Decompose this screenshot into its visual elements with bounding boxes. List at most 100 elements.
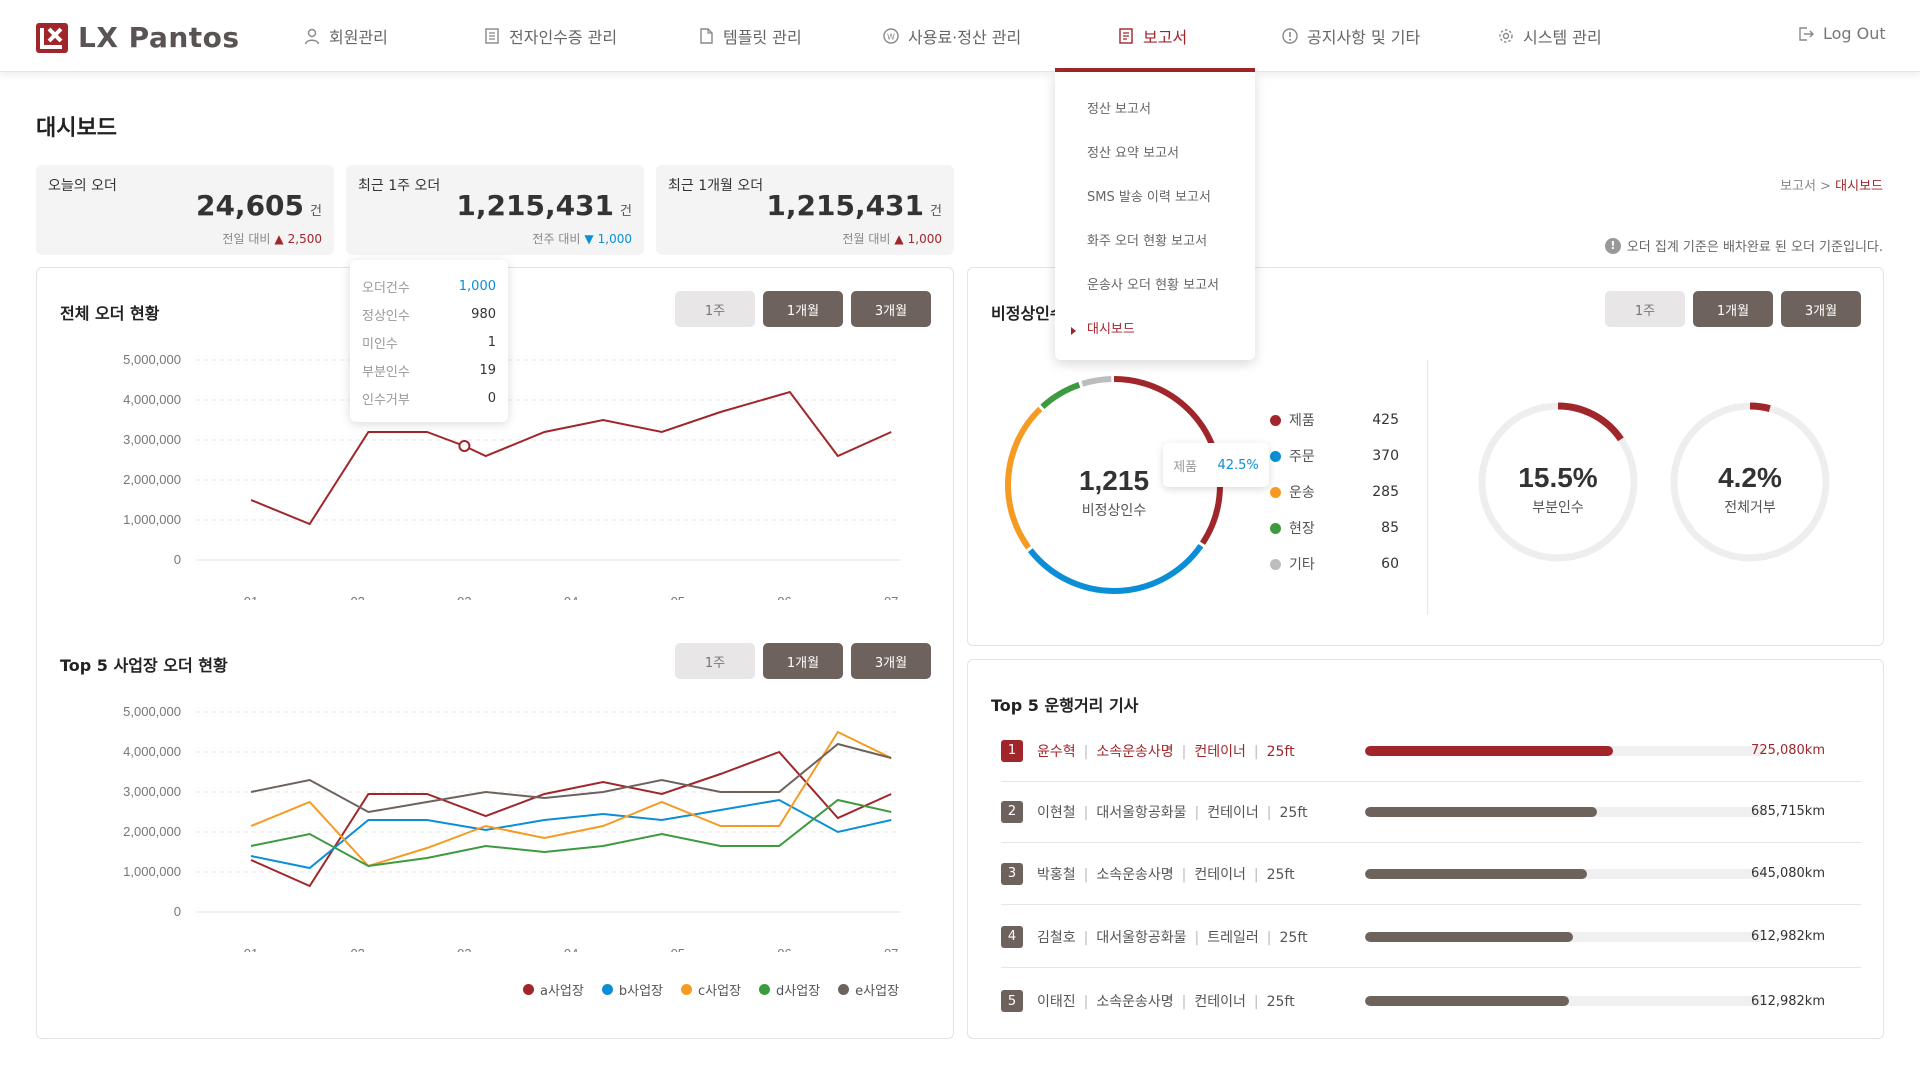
legend-label: c사업장	[698, 984, 742, 999]
legend-item[interactable]: e사업장	[838, 980, 899, 999]
separator: |	[1253, 743, 1259, 760]
legend-item[interactable]: d사업장	[759, 980, 820, 999]
menu-item-dashboard[interactable]: 대시보드	[1055, 308, 1255, 352]
period-3month-button[interactable]: 3개월	[1781, 291, 1861, 327]
logout-icon	[1799, 26, 1814, 41]
driver-distance: 645,080km	[1751, 866, 1825, 881]
stat-card-month: 최근 1개월 오더 1,215,431 건 전월 대비 ▲ 1,000	[656, 165, 954, 255]
driver-rank: 2	[1001, 800, 1023, 823]
driver-vehicle: 컨테이너	[1194, 743, 1246, 760]
abnormal-period-buttons: 1주 1개월 3개월	[1605, 291, 1861, 327]
legend-dot-icon	[601, 984, 613, 995]
legend-item[interactable]: b사업장	[601, 980, 663, 999]
stat-compare-label: 전주 대비	[532, 232, 581, 246]
nav-notices[interactable]: 공지사항 및 기타	[1281, 24, 1420, 48]
driver-rank: 1	[1001, 739, 1023, 762]
menu-item-carrier-orders[interactable]: 운송사 오더 현황 보고서	[1055, 264, 1255, 308]
menu-item-settlement-report[interactable]: 정산 보고서	[1055, 88, 1255, 132]
driver-info: 김철호 | 대서울항공화물 | 트레일러 | 25ft	[1037, 927, 1367, 947]
stat-delta: 2,500	[287, 231, 322, 246]
overall-period-buttons: 1주 1개월 3개월	[675, 291, 931, 327]
driver-row[interactable]: 4 김철호 | 대서울항공화물 | 트레일러 | 25ft 612,982km	[1001, 906, 1861, 968]
reports-dropdown-menu: 정산 보고서 정산 요약 보고서 SMS 발송 이력 보고서 화주 오더 현황 …	[1055, 72, 1255, 360]
legend-item[interactable]: a사업장	[523, 980, 584, 999]
info-icon: !	[1604, 237, 1621, 254]
period-1month-button[interactable]: 1개월	[763, 291, 843, 327]
separator: |	[1083, 929, 1089, 946]
legend-item[interactable]: c사업장	[681, 980, 741, 999]
driver-name: 이태진	[1037, 994, 1076, 1010]
driver-row[interactable]: 2 이현철 | 대서울항공화물 | 컨테이너 | 25ft 685,715km	[1001, 781, 1861, 843]
separator: |	[1083, 866, 1089, 883]
menu-item-settlement-summary[interactable]: 정산 요약 보고서	[1055, 132, 1255, 176]
driver-row[interactable]: 3 박홍철 | 소속운송사명 | 컨테이너 | 25ft 645,080km	[1001, 843, 1861, 905]
overall-orders-line	[250, 390, 892, 526]
tooltip-value: 1,000	[458, 278, 496, 294]
driver-size: 25ft	[1266, 866, 1295, 883]
document-list-icon	[485, 28, 499, 44]
distance-bar	[1365, 745, 1765, 756]
legend-value: 370	[1372, 448, 1399, 464]
nav-fees[interactable]: W 사용료·정산 관리	[882, 24, 1021, 48]
tooltip-label: 부분인수	[362, 364, 410, 380]
driver-distance: 725,080km	[1751, 743, 1825, 758]
driver-row[interactable]: 5 이태진 | 소속운송사명 | 컨테이너 | 25ft 612,982km	[1001, 970, 1861, 1032]
nav-templates[interactable]: 템플릿 관리	[697, 24, 802, 48]
driver-name: 박홍철	[1037, 866, 1076, 883]
nav-e-receipt[interactable]: 전자인수증 관리	[483, 24, 617, 48]
period-1month-button[interactable]: 1개월	[763, 643, 843, 679]
breadcrumb-parent[interactable]: 보고서	[1780, 179, 1816, 194]
highlighted-point	[458, 440, 471, 452]
donut-legend-item: 현장 85	[1270, 510, 1399, 546]
period-3month-button[interactable]: 3개월	[851, 291, 931, 327]
legend-label: a사업장	[540, 984, 584, 999]
period-1month-button[interactable]: 1개월	[1693, 291, 1773, 327]
driver-company: 소속운송사명	[1096, 866, 1174, 883]
period-1week-button[interactable]: 1주	[675, 291, 755, 327]
y-tick-label: 5,000,000	[123, 704, 181, 719]
legend-label: 기타	[1289, 557, 1315, 573]
nav-reports[interactable]: 보고서	[1117, 24, 1187, 48]
stat-unit: 건	[310, 204, 322, 219]
period-1week-button[interactable]: 1주	[675, 643, 755, 679]
logout-button[interactable]: Log Out	[1797, 24, 1886, 43]
tooltip-label: 인수거부	[362, 392, 410, 408]
x-tick-label: 01	[244, 946, 258, 952]
driver-vehicle: 트레일러	[1207, 929, 1259, 946]
nav-fees-label: 사용료·정산 관리	[908, 28, 1022, 47]
legend-label: 현장	[1289, 521, 1315, 537]
x-tick-label: 05	[671, 594, 685, 600]
nav-notices-label: 공지사항 및 기타	[1307, 28, 1421, 47]
menu-item-sms-history[interactable]: SMS 발송 이력 보고서	[1055, 176, 1255, 220]
legend-label: 주문	[1289, 449, 1315, 465]
driver-rank: 5	[1001, 990, 1023, 1012]
driver-row[interactable]: 1 윤수혁 | 소속운송사명 | 컨테이너 | 25ft 725,080km	[1001, 720, 1861, 782]
series-line-a사업장	[250, 750, 892, 888]
menu-item-shipper-orders[interactable]: 화주 오더 현황 보고서	[1055, 220, 1255, 264]
logo[interactable]: LX Pantos	[36, 21, 240, 54]
nav-system-label: 시스템 관리	[1523, 28, 1602, 47]
nav-members[interactable]: 회원관리	[303, 24, 388, 48]
driver-info: 박홍철 | 소속운송사명 | 컨테이너 | 25ft	[1037, 864, 1367, 884]
distance-bar	[1365, 931, 1765, 942]
y-tick-label: 2,000,000	[123, 472, 181, 487]
donut-tip-value: 42.5%	[1217, 457, 1259, 473]
legend-dot-icon	[523, 984, 534, 995]
gauge-value: 15.5%	[1518, 462, 1597, 493]
x-tick-label: 03	[457, 594, 471, 600]
y-tick-label: 4,000,000	[123, 744, 181, 759]
drivers-title: Top 5 운행거리 기사	[991, 696, 1139, 715]
stat-compare-label: 전일 대비	[222, 232, 271, 246]
period-1week-button[interactable]: 1주	[1605, 291, 1685, 327]
logo-text: LX Pantos	[78, 21, 240, 54]
nav-system[interactable]: 시스템 관리	[1497, 24, 1602, 48]
top5-sites-title: Top 5 사업장 오더 현황	[60, 656, 228, 675]
driver-company: 대서울항공화물	[1096, 929, 1187, 946]
x-tick-label: 07	[884, 594, 898, 600]
driver-distance: 612,982km	[1751, 929, 1825, 944]
nav-templates-label: 템플릿 관리	[723, 28, 802, 47]
period-3month-button[interactable]: 3개월	[851, 643, 931, 679]
donut-tooltip: 제품 42.5%	[1163, 443, 1269, 487]
x-tick-label: 05	[671, 946, 685, 952]
logout-label: Log Out	[1823, 24, 1886, 43]
